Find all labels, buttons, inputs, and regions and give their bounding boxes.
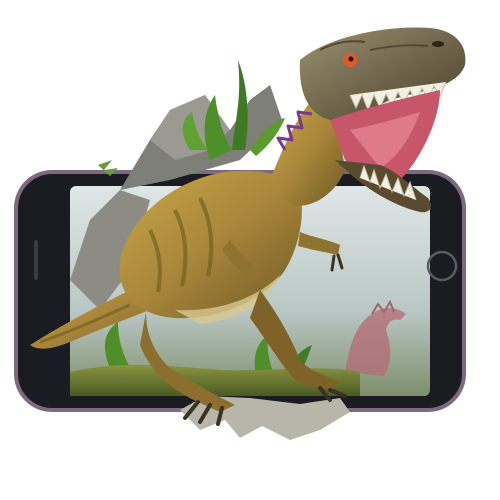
dino-phone-illustration <box>14 27 466 440</box>
speaker-slot <box>34 240 38 280</box>
illustration-canvas <box>0 0 500 500</box>
